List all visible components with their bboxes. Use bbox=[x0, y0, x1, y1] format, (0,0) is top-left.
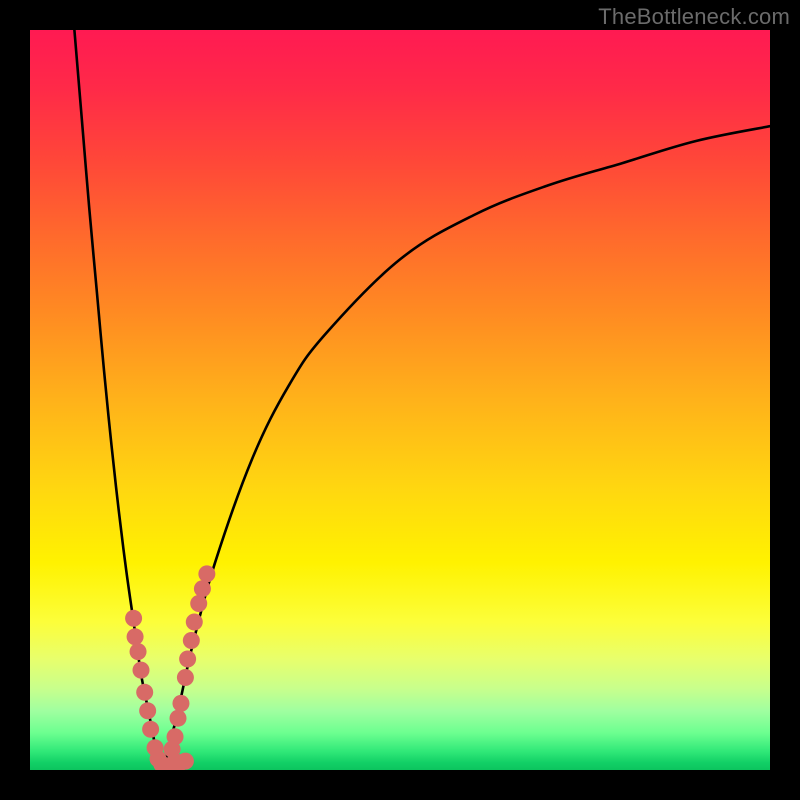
curve-right-branch bbox=[163, 126, 770, 770]
chart-svg bbox=[30, 30, 770, 770]
data-point bbox=[179, 651, 196, 668]
data-point bbox=[136, 684, 153, 701]
watermark-text: TheBottleneck.com bbox=[598, 4, 790, 30]
chart-frame: TheBottleneck.com bbox=[0, 0, 800, 800]
data-point bbox=[130, 643, 147, 660]
data-point bbox=[170, 710, 187, 727]
data-point bbox=[127, 628, 144, 645]
data-point bbox=[139, 702, 156, 719]
curve-left-branch bbox=[74, 30, 163, 770]
data-point bbox=[190, 595, 207, 612]
data-point bbox=[177, 753, 194, 770]
data-point bbox=[164, 741, 181, 758]
plot-area bbox=[30, 30, 770, 770]
data-point bbox=[186, 614, 203, 631]
curve-layer bbox=[74, 30, 770, 770]
data-point bbox=[142, 721, 159, 738]
data-point bbox=[198, 565, 215, 582]
data-point bbox=[133, 662, 150, 679]
scatter-layer bbox=[125, 565, 215, 770]
data-point bbox=[125, 610, 142, 627]
data-point bbox=[177, 669, 194, 686]
data-point bbox=[194, 580, 211, 597]
data-point bbox=[172, 695, 189, 712]
data-point bbox=[183, 632, 200, 649]
